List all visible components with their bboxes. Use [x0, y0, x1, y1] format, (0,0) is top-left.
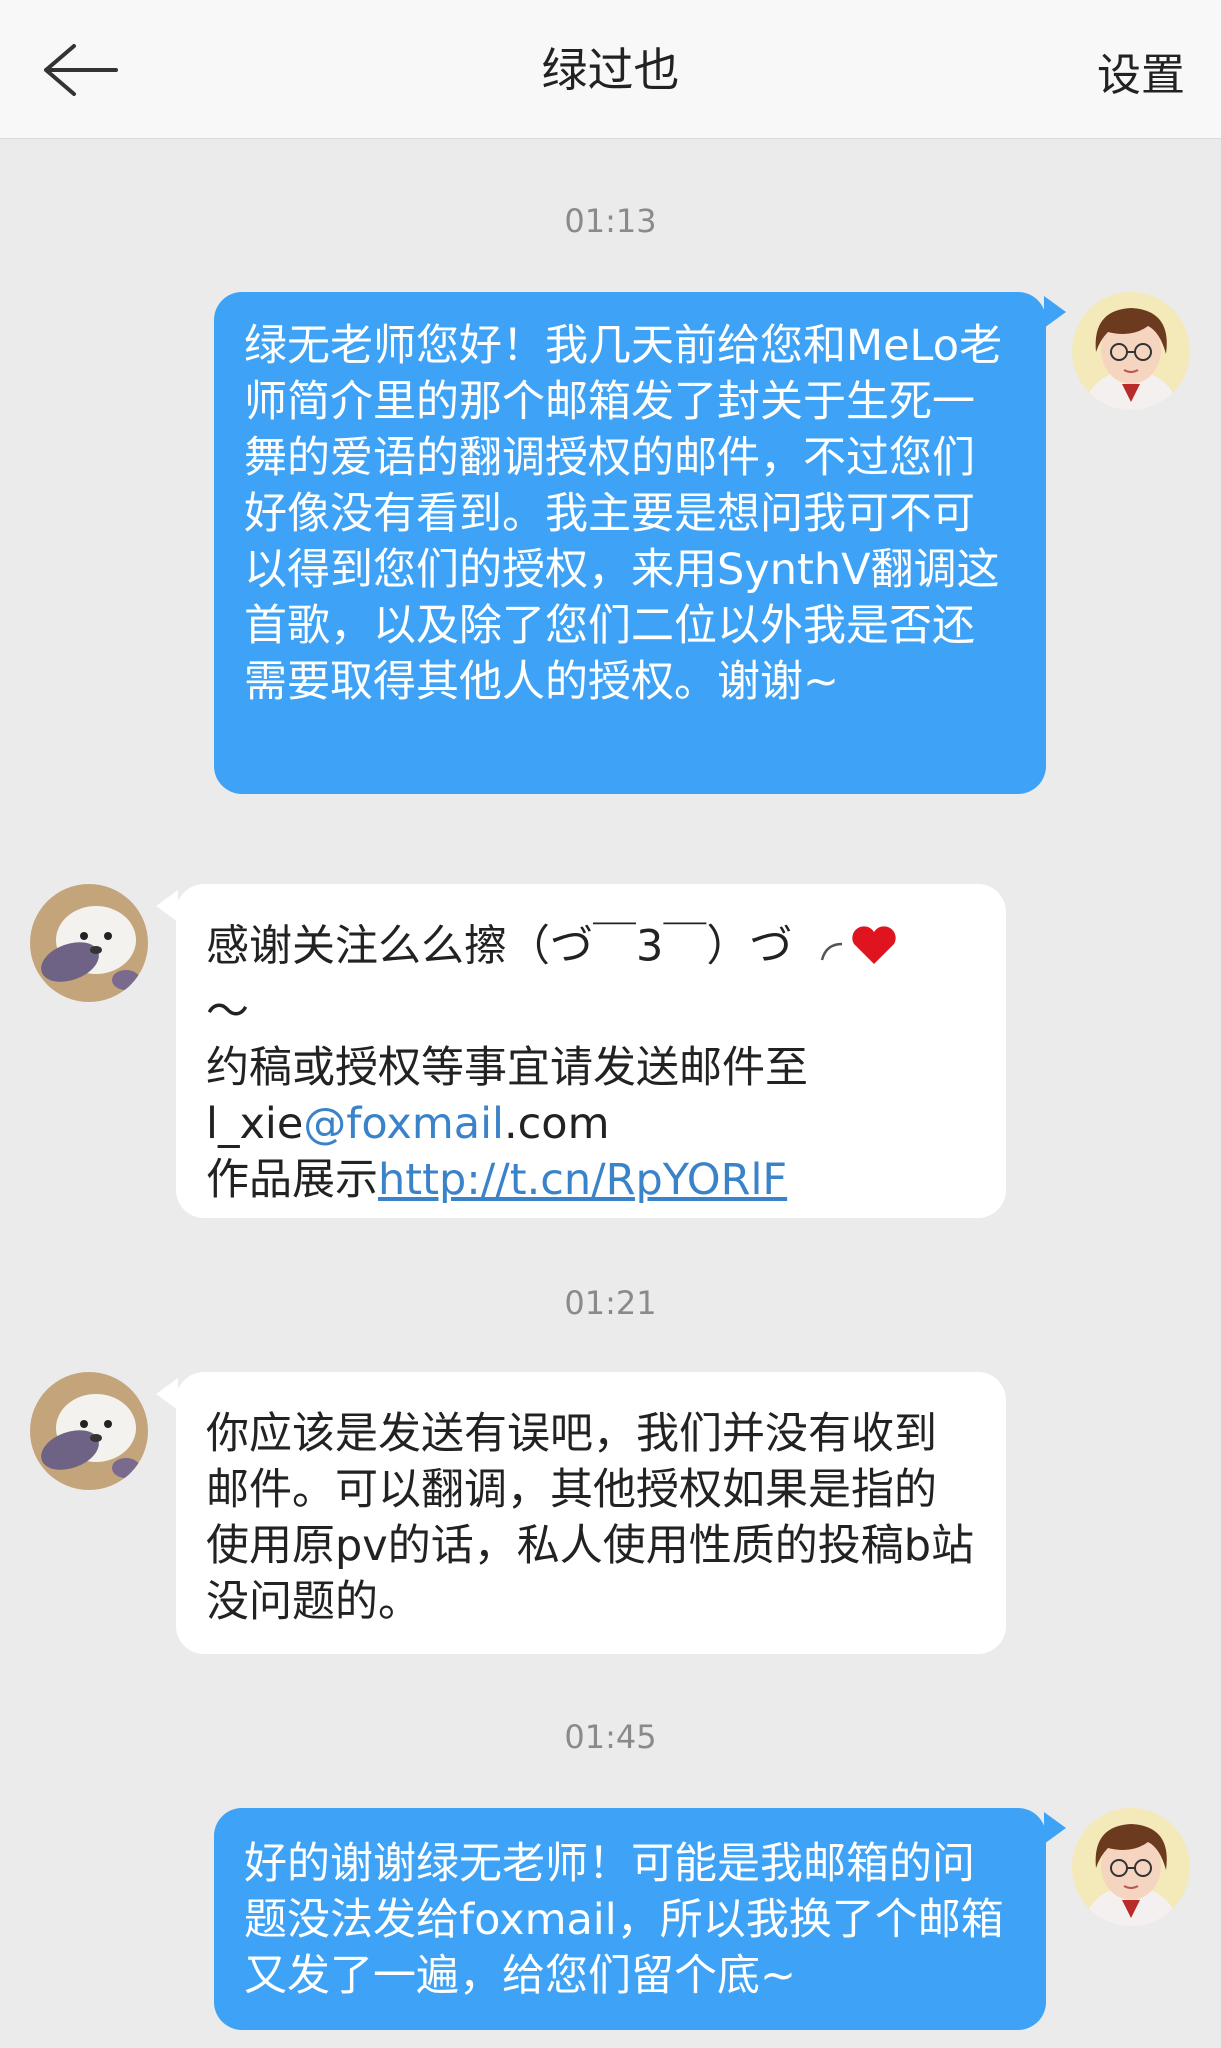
incoming-message[interactable]: 你应该是发送有误吧，我们并没有收到邮件。可以翻调，其他授权如果是指的使用原pv的… — [176, 1372, 1006, 1654]
showcase-line: 作品展示http://t.cn/RpYORlF — [206, 1152, 976, 1208]
email-domain-link[interactable]: @foxmail — [303, 1099, 504, 1149]
timestamp: 01:13 — [564, 202, 657, 240]
email-user: l_xie — [206, 1099, 304, 1149]
message-line: 感谢关注么么擦（づ￣3￣）づ — [206, 914, 976, 984]
timestamp: 01:45 — [564, 1718, 657, 1756]
message-text: 约稿或授权等事宜请发送邮件至 — [206, 1043, 808, 1093]
bubble-tail — [1044, 1812, 1066, 1844]
outgoing-message[interactable]: 好的谢谢绿无老师！可能是我邮箱的问题没法发给foxmail，所以我换了个邮箱又发… — [214, 1808, 1046, 2030]
my-avatar[interactable] — [1072, 292, 1190, 410]
top-bar: 绿过也 设置 — [0, 0, 1221, 139]
email-tld: .com — [504, 1099, 610, 1149]
anime-avatar-icon — [1072, 292, 1190, 410]
showcase-label: 作品展示 — [206, 1155, 378, 1205]
message-text: ～ — [206, 987, 249, 1037]
message-text: 感谢关注么么擦（づ￣3￣）づ — [206, 921, 793, 972]
heart-icon — [816, 914, 900, 984]
my-avatar[interactable] — [1072, 1808, 1190, 1926]
bubble-tail — [1044, 296, 1066, 328]
bubble-tail — [156, 1378, 178, 1410]
outgoing-message[interactable]: 绿无老师您好！我几天前给您和MeLo老师简介里的那个邮箱发了封关于生死一舞的爱语… — [214, 292, 1046, 794]
dog-avatar-icon — [30, 884, 148, 1002]
chat-title: 绿过也 — [541, 43, 680, 97]
dog-avatar-icon — [30, 1372, 148, 1490]
bubble-tail — [156, 890, 178, 922]
email-line: l_xie@foxmail.com — [206, 1096, 976, 1152]
settings-button[interactable]: 设置 — [1097, 46, 1185, 106]
showcase-url-link[interactable]: http://t.cn/RpYORlF — [378, 1155, 787, 1205]
contact-avatar[interactable] — [30, 1372, 148, 1490]
incoming-message[interactable]: 感谢关注么么擦（づ￣3￣）づ ～ 约稿或授权等事宜请发送邮件至 l_xie@fo… — [176, 884, 1006, 1218]
anime-avatar-icon — [1072, 1808, 1190, 1926]
contact-avatar[interactable] — [30, 884, 148, 1002]
timestamp: 01:21 — [564, 1284, 657, 1322]
